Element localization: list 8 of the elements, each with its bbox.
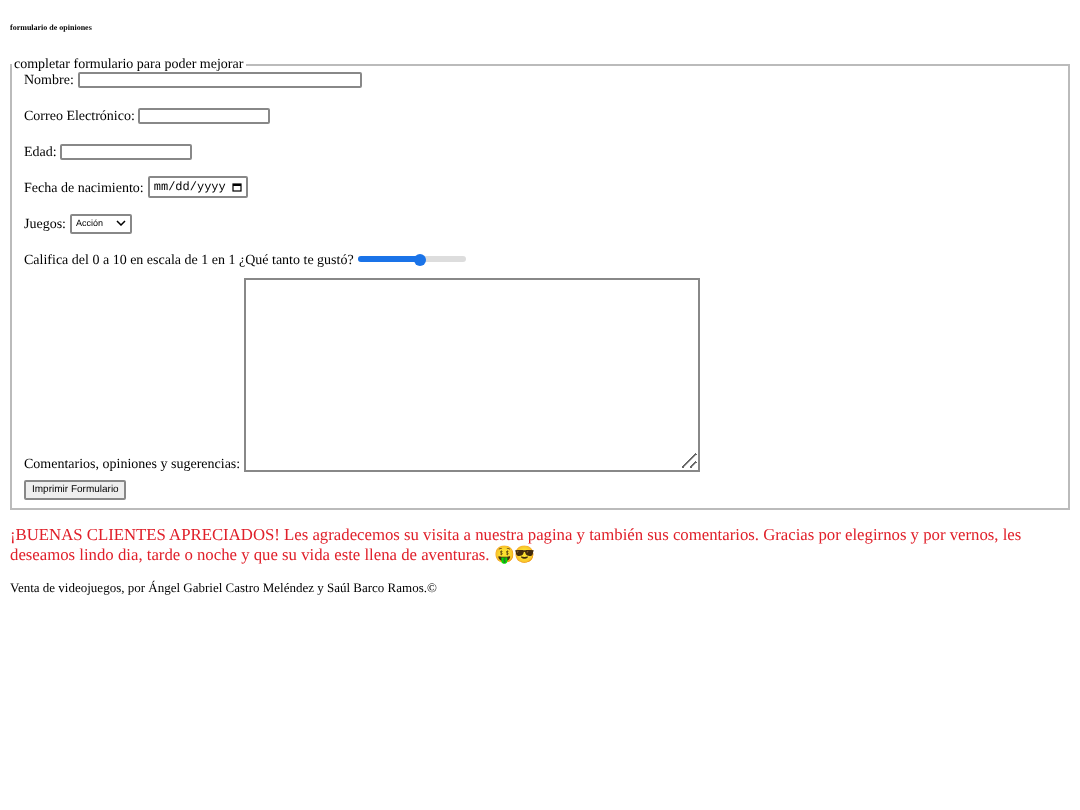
text-field[interactable] [60, 143, 193, 159]
text-field[interactable] [77, 71, 362, 87]
comments-field[interactable] [244, 278, 701, 472]
rating-slider[interactable] [357, 256, 466, 262]
text-field[interactable] [138, 107, 271, 123]
chevron-icon [115, 220, 126, 226]
thanks-message: ¡BUENAS CLIENTES APRECIADOS! Les agradecemos su visita a nuestra pagina y también sus comentarios. Gracias por elegirnos y por vernos, les deseamos lindo dia, tarde o noche y que su vida este llena de aventuras. 🤑😎 [10, 526, 1024, 566]
calendar-icon [231, 182, 242, 192]
